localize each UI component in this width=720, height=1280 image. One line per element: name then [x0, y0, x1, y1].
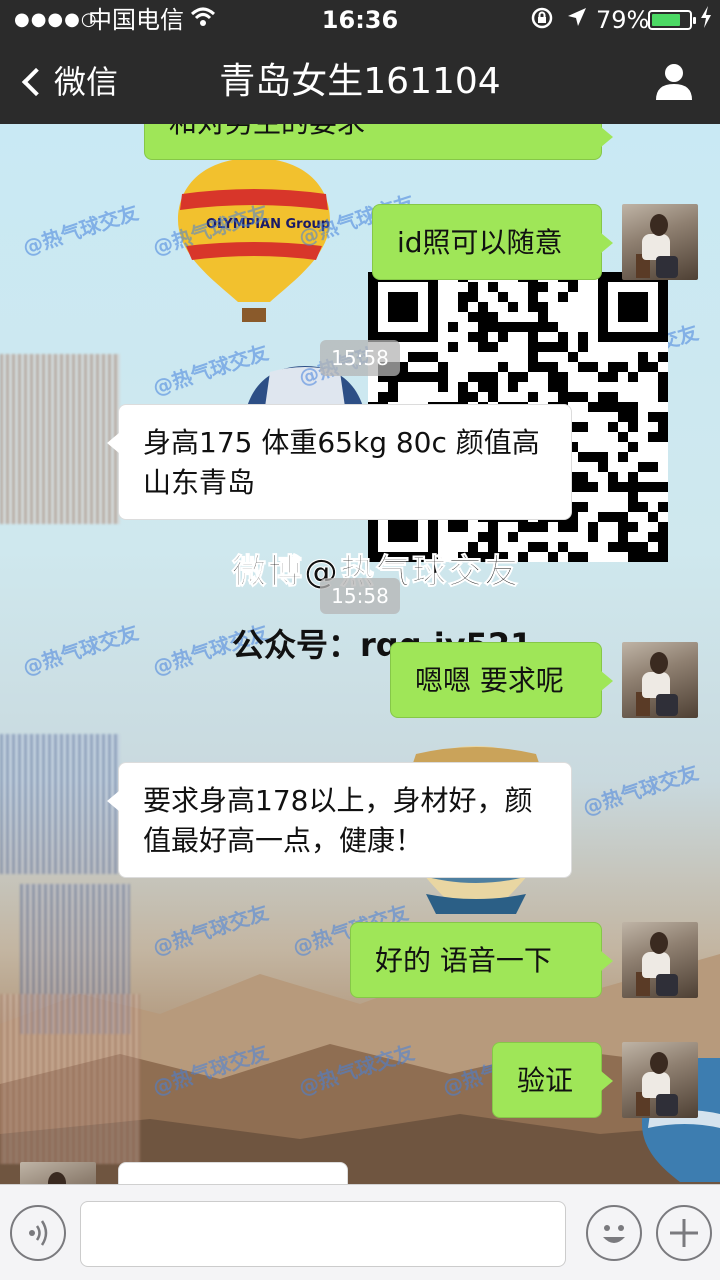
message-bubble-received[interactable]	[118, 1162, 348, 1184]
profile-icon[interactable]	[652, 62, 696, 102]
rotation-lock-icon	[530, 6, 554, 36]
message-text: 验证	[517, 1064, 574, 1097]
emoji-icon[interactable]	[586, 1205, 642, 1261]
blurred-region	[0, 994, 140, 1164]
message-timestamp: 15:58	[320, 340, 400, 376]
my-avatar[interactable]	[622, 922, 698, 998]
message-text: 和对男生的要求	[169, 124, 365, 139]
contact-avatar[interactable]	[20, 1162, 96, 1184]
message-bubble-sent[interactable]: 嗯嗯 要求呢	[390, 642, 613, 718]
location-arrow-icon	[566, 6, 588, 34]
message-bubble-sent[interactable]: 和对男生的要求	[144, 124, 613, 160]
battery-percentage: 79%	[596, 6, 650, 34]
message-text: id照可以随意	[397, 226, 563, 259]
my-avatar[interactable]	[622, 1042, 698, 1118]
blurred-region	[0, 354, 120, 524]
message-timestamp: 15:58	[320, 578, 400, 614]
nav-bar: 微信 青岛女生161104	[0, 40, 720, 124]
message-bubble-sent[interactable]: id照可以随意	[372, 204, 613, 280]
message-text: 身高175 体重65kg 80c 颜值高 山东青岛	[143, 426, 540, 499]
blurred-region	[0, 734, 120, 874]
watermark: @热气球交友	[19, 619, 142, 680]
my-avatar[interactable]	[622, 642, 698, 718]
message-bubble-sent[interactable]: 好的 语音一下	[350, 922, 613, 998]
input-bar	[0, 1184, 720, 1280]
chat-area[interactable]: OLYMPIAN Group @热气球交友 @热气球交友 @热气球交友 @热气球…	[0, 124, 720, 1184]
message-bubble-sent[interactable]: 验证	[492, 1042, 613, 1118]
message-text: 要求身高178以上，身材好，颜值最好高一点，健康！	[143, 784, 533, 857]
plus-icon[interactable]	[656, 1205, 712, 1261]
battery-icon	[648, 10, 696, 30]
watermark: @热气球交友	[19, 199, 142, 260]
message-bubble-received[interactable]: 身高175 体重65kg 80c 颜值高 山东青岛	[107, 404, 572, 520]
watermark: @热气球交友	[579, 759, 702, 820]
chevron-left-icon	[21, 67, 51, 97]
back-button[interactable]: 微信	[16, 60, 118, 104]
back-label: 微信	[54, 63, 119, 101]
message-input[interactable]	[80, 1201, 566, 1267]
battery-fill	[652, 14, 680, 26]
voice-icon[interactable]	[10, 1205, 66, 1261]
status-bar: ●●●●○ 中国电信 16:36 79%	[0, 0, 720, 40]
my-avatar[interactable]	[622, 204, 698, 280]
message-text: 好的 语音一下	[375, 944, 552, 977]
message-text: 嗯嗯 要求呢	[415, 664, 564, 697]
charging-icon	[700, 6, 712, 35]
message-bubble-received[interactable]: 要求身高178以上，身材好，颜值最好高一点，健康！	[107, 762, 572, 878]
